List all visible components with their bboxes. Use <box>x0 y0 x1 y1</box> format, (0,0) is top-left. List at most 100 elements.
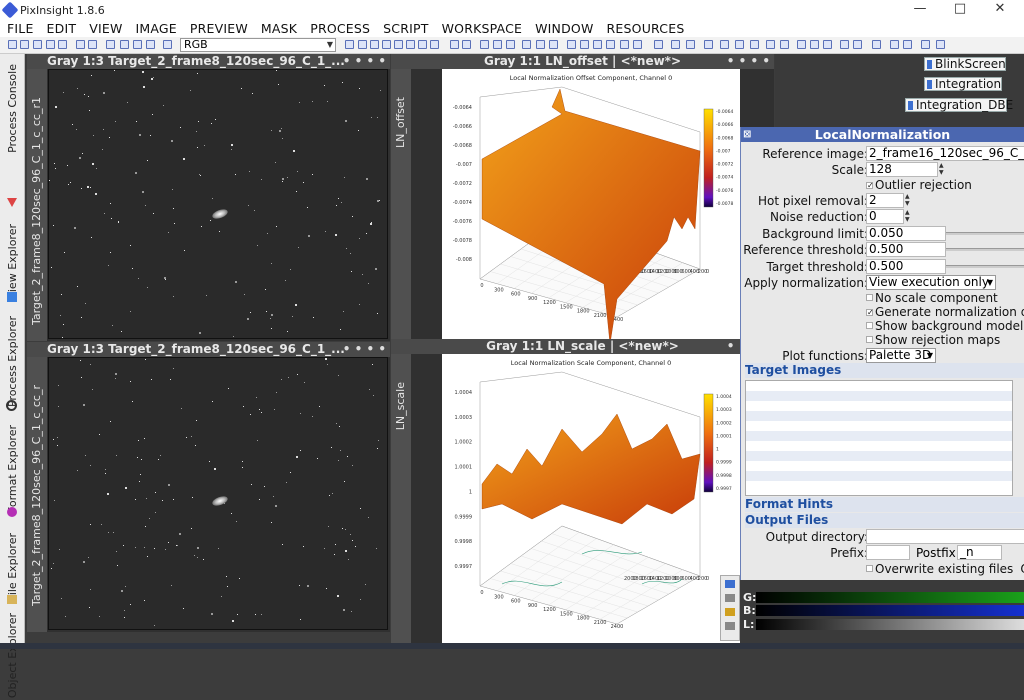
menu-file[interactable]: FILE <box>0 21 40 36</box>
menu-window[interactable]: WINDOW <box>528 21 599 36</box>
background-limit-slider[interactable] <box>946 232 1024 235</box>
reference-threshold-field[interactable]: 0.500 <box>866 242 946 257</box>
radiation-icon[interactable] <box>725 608 735 616</box>
toolbar-icon[interactable] <box>133 40 142 49</box>
process-icon-blinkscreen[interactable]: BlinkScreen <box>924 57 1006 71</box>
toolbar-icon[interactable] <box>406 40 415 49</box>
toolbar-icon[interactable] <box>493 40 502 49</box>
view-identifier-tab[interactable]: LN_offset <box>391 69 411 341</box>
toolbar-icon[interactable] <box>120 40 129 49</box>
window-menu-icon[interactable]: • • • • <box>343 54 386 69</box>
zoom-out-icon[interactable] <box>462 40 471 49</box>
toolbar-icon[interactable] <box>921 40 930 49</box>
menu-process[interactable]: PROCESS <box>303 21 376 36</box>
outlier-rejection-checkbox[interactable]: ✓Outlier rejection <box>866 178 972 192</box>
menu-view[interactable]: VIEW <box>82 21 128 36</box>
output-files-section[interactable]: Output Files <box>745 513 1024 528</box>
tab-object-explorer[interactable]: Object Explorer <box>3 612 21 700</box>
close-icon[interactable]: ⊠ <box>743 127 751 142</box>
toolbar-icon[interactable] <box>33 40 42 49</box>
toolbar-icon[interactable] <box>430 40 439 49</box>
reference-image-field[interactable]: 2_frame16_120sec_96_C_c_ <box>866 146 1024 161</box>
tool-icon[interactable] <box>725 622 735 630</box>
toolbar-icon[interactable] <box>903 40 912 49</box>
toolbar-icon[interactable] <box>872 40 881 49</box>
toolbar-icon[interactable] <box>797 40 806 49</box>
tab-format-explorer[interactable]: Format Explorer <box>3 419 21 519</box>
minimize-button[interactable]: — <box>900 0 940 20</box>
toolbar-icon[interactable] <box>358 40 367 49</box>
menu-script[interactable]: SCRIPT <box>376 21 434 36</box>
toolbar-icon[interactable] <box>853 40 862 49</box>
toolbar-icon[interactable] <box>686 40 695 49</box>
hot-pixel-field[interactable]: 2 <box>866 193 904 208</box>
image-window-1[interactable]: Gray 1:3 Target_2_frame8_120sec_96_C_1_.… <box>27 54 390 341</box>
maximize-button[interactable]: □ <box>940 0 980 20</box>
plot-window-scale[interactable]: Gray 1:1 LN_scale | <*new*>• • • • LN_sc… <box>391 339 774 649</box>
view-identifier-tab[interactable]: Target_2_frame8_120sec_96_C_1_c_cc_r <box>27 357 47 632</box>
toolbar-icon[interactable] <box>890 40 899 49</box>
prefix-field[interactable] <box>866 545 910 560</box>
process-icon-integration[interactable]: Integration <box>924 77 1002 91</box>
zoom-in-icon[interactable] <box>450 40 459 49</box>
redo-icon[interactable] <box>88 40 97 49</box>
toolbar-icon[interactable] <box>146 40 155 49</box>
toolbar-icon[interactable] <box>382 40 391 49</box>
toolbar-icon[interactable] <box>58 40 67 49</box>
toolbar-icon[interactable] <box>720 40 729 49</box>
toolbar-icon[interactable] <box>506 40 515 49</box>
toolbar-icon[interactable] <box>536 40 545 49</box>
scale-spinner[interactable]: ▲ ▼ <box>939 162 945 177</box>
view-identifier-tab[interactable]: LN_scale <box>391 354 411 649</box>
target-images-list[interactable] <box>745 380 1013 496</box>
menu-preview[interactable]: PREVIEW <box>183 21 254 36</box>
plot-functions-select[interactable]: Palette 3D ▼ <box>866 348 936 363</box>
plot-window-offset[interactable]: Gray 1:1 LN_offset | <*new*> • • • • LN_o… <box>391 54 774 341</box>
noise-field[interactable]: 0 <box>866 209 904 224</box>
toolbar-icon[interactable] <box>750 40 759 49</box>
toolbar-icon[interactable] <box>580 40 589 49</box>
reference-threshold-slider[interactable] <box>946 248 1024 251</box>
color-mode-select[interactable]: RGB ▼ <box>180 38 336 52</box>
toolbar-icon[interactable] <box>20 40 29 49</box>
postfix-field[interactable]: _n <box>957 545 1002 560</box>
toolbar-icon[interactable] <box>620 40 629 49</box>
toolbar-icon[interactable] <box>480 40 489 49</box>
window-menu-icon[interactable]: • • • • <box>727 54 770 69</box>
toolbar-icon[interactable] <box>8 40 17 49</box>
process-icon-integration-dbe[interactable]: Integration_DBE <box>905 98 1013 112</box>
no-scale-checkbox[interactable]: No scale component <box>866 291 998 305</box>
window-menu-icon[interactable]: • • • • <box>343 342 386 357</box>
menu-edit[interactable]: EDIT <box>40 21 83 36</box>
image-window-2[interactable]: Gray 1:3 Target_2_frame8_120sec_96_C_1_.… <box>27 342 390 632</box>
output-directory-field[interactable] <box>866 529 1024 544</box>
toolbar-icon[interactable] <box>549 40 558 49</box>
toolbar-icon[interactable] <box>46 40 55 49</box>
menu-image[interactable]: IMAGE <box>129 21 183 36</box>
panel-header[interactable]: ⊠ LocalNormalization <box>741 127 1024 142</box>
menu-resources[interactable]: RESOURCES <box>600 21 691 36</box>
image-canvas[interactable] <box>48 357 388 630</box>
toolbar-icon[interactable] <box>766 40 775 49</box>
tool-icon[interactable] <box>725 580 735 588</box>
noise-spinner[interactable]: ▲ ▼ <box>905 209 911 224</box>
toolbar-icon[interactable] <box>593 40 602 49</box>
toolbar-icon[interactable] <box>671 40 680 49</box>
toolbar-icon[interactable] <box>522 40 531 49</box>
tab-process-console[interactable]: Process Console <box>3 58 21 158</box>
show-rejection-checkbox[interactable]: Show rejection maps <box>866 333 1000 347</box>
window-title-bar[interactable]: Gray 1:3 Target_2_frame8_120sec_96_C_1_.… <box>27 342 390 357</box>
close-button[interactable]: ✕ <box>980 0 1020 20</box>
overwrite-checkbox[interactable]: Overwrite existing files On <box>866 562 1024 576</box>
toolbar-icon[interactable] <box>735 40 744 49</box>
show-background-checkbox[interactable]: Show background models <box>866 319 1024 333</box>
target-threshold-field[interactable]: 0.500 <box>866 259 946 274</box>
toolbar-icon[interactable] <box>633 40 642 49</box>
target-images-section[interactable]: Target Images <box>745 363 1024 378</box>
background-limit-field[interactable]: 0.050 <box>866 226 946 241</box>
window-title-bar[interactable]: Gray 1:1 LN_offset | <*new*> • • • • <box>391 54 774 69</box>
toolbar-icon[interactable] <box>936 40 945 49</box>
toolbar-icon[interactable] <box>394 40 403 49</box>
tab-process-explorer[interactable]: Process Explorer <box>3 312 21 412</box>
toolbar-icon[interactable] <box>840 40 849 49</box>
